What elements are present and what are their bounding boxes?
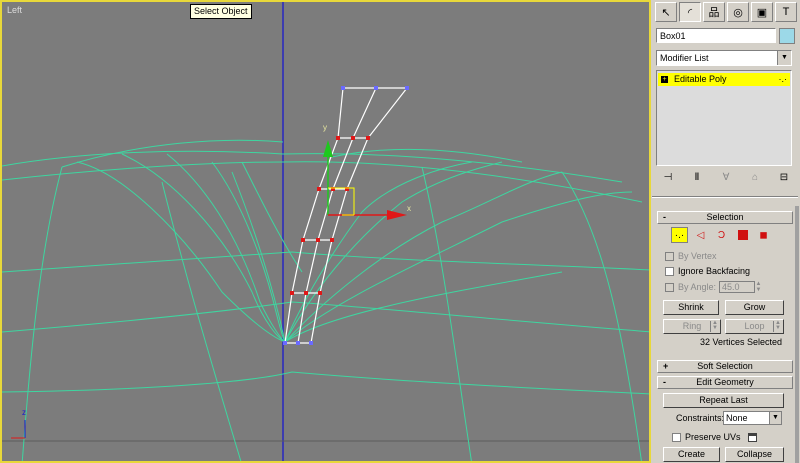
modifier-list-dropdown[interactable]: Modifier List ▼ [656, 50, 792, 66]
element-icon[interactable]: ◼ [755, 227, 772, 243]
stack-item-editable-poly[interactable]: + Editable Poly ·.· [658, 73, 790, 86]
panel-tab-row: ↖ ◜ 品 ◎ ▣ T [655, 2, 797, 24]
divider [652, 196, 798, 198]
expand-icon[interactable]: + [661, 76, 668, 84]
expand-sign: + [663, 361, 669, 371]
by-angle-row: By Angle: 45.0 ▲ ▼ [665, 281, 762, 293]
utilities-tab[interactable]: T [775, 2, 797, 22]
motion-tab[interactable]: ◎ [727, 2, 749, 22]
display-tab-icon: ▣ [756, 6, 768, 19]
by-vertex-checkbox[interactable] [665, 251, 674, 261]
soft-selection-title: Soft Selection [697, 361, 753, 371]
create-button[interactable]: Create [663, 447, 720, 462]
polygon-icon[interactable] [734, 227, 751, 243]
viewport-canvas [2, 2, 649, 461]
tooltip: Select Object [190, 4, 252, 19]
edge-icon[interactable]: ◁ [692, 227, 709, 243]
hierarchy-tab-icon: 品 [708, 7, 720, 19]
preserve-uvs-label: Preserve UVs [685, 432, 741, 442]
repeat-last-button[interactable]: Repeat Last [663, 393, 784, 408]
object-name-input[interactable]: Box01 [656, 28, 776, 43]
vertex-icon[interactable]: ·.· [671, 227, 688, 243]
collapse-sign: - [663, 377, 666, 387]
grow-button[interactable]: Grow [725, 300, 784, 315]
edit-geometry-title: Edit Geometry [696, 377, 754, 387]
show-end-result-icon[interactable]: Ⅱ [689, 172, 705, 188]
selection-rollout-header[interactable]: - Selection [657, 211, 793, 224]
constraints-dropdown[interactable]: None ▼ [723, 411, 782, 425]
remove-modifier-icon[interactable]: ⌂ [747, 172, 763, 188]
make-unique-icon[interactable]: ∀ [718, 172, 734, 188]
soft-selection-rollout-header[interactable]: + Soft Selection [657, 360, 793, 373]
angle-spinner[interactable]: ▲ ▼ [755, 281, 762, 293]
by-vertex-row: By Vertex [665, 250, 717, 262]
preserve-uvs-row: Preserve UVs [672, 431, 757, 443]
vertex-level-icon: ·.· [778, 74, 788, 84]
motion-tab-icon: ◎ [733, 6, 743, 19]
modifier-stack[interactable]: + Editable Poly ·.· [656, 70, 792, 166]
gizmo-x-label: x [407, 204, 411, 213]
pin-stack-icon[interactable]: ⊣ [660, 172, 676, 188]
shrink-button[interactable]: Shrink [663, 300, 719, 315]
by-angle-label: By Angle: [678, 282, 717, 292]
gizmo-y-label: y [323, 123, 327, 132]
viewport-left[interactable]: Left Select Object y x z [0, 0, 651, 463]
loop-button[interactable]: Loop ▲ ▼ [725, 319, 784, 334]
chevron-down-icon: ▼ [777, 51, 791, 65]
configure-modifier-sets-icon[interactable]: ⊟ [776, 172, 792, 188]
ring-button[interactable]: Ring ▲ ▼ [663, 319, 721, 334]
stack-toolbar: ⊣ Ⅱ ∀ ⌂ ⊟ [660, 172, 792, 188]
hierarchy-tab[interactable]: 品 [703, 2, 725, 22]
constraints-label: Constraints: [676, 413, 725, 423]
stack-item-label: Editable Poly [674, 74, 727, 84]
tripod-z-label: z [22, 408, 26, 417]
loop-label: Loop [744, 321, 765, 331]
loop-spinner[interactable]: ▲ ▼ [773, 320, 782, 332]
modify-tab[interactable]: ◜ [679, 2, 701, 22]
by-vertex-label: By Vertex [678, 251, 717, 261]
border-icon[interactable]: Ɔ [713, 227, 730, 243]
panel-scrollbar[interactable] [795, 206, 799, 463]
ignore-backfacing-checkbox[interactable] [665, 266, 674, 276]
create-tab[interactable]: ↖ [655, 2, 677, 22]
utilities-tab-icon: T [782, 6, 790, 18]
ignore-backfacing-label: Ignore Backfacing [678, 266, 751, 276]
selection-rollout-title: Selection [706, 212, 744, 222]
display-tab[interactable]: ▣ [751, 2, 773, 22]
subobject-icons: ·.· ◁ Ɔ ◼ [671, 227, 772, 243]
modifier-list-label: Modifier List [660, 53, 709, 63]
constraints-value: None [726, 413, 748, 423]
modify-tab-icon: ◜ [687, 6, 693, 19]
by-angle-checkbox[interactable] [665, 282, 674, 292]
angle-input[interactable]: 45.0 [719, 281, 756, 293]
create-tab-icon: ↖ [661, 6, 671, 19]
edit-geometry-rollout-header[interactable]: - Edit Geometry [657, 376, 793, 389]
preserve-uvs-checkbox[interactable] [672, 432, 681, 442]
collapse-button[interactable]: Collapse [725, 447, 784, 462]
ignore-backfacing-row: Ignore Backfacing [665, 265, 750, 277]
selection-status: 32 Vertices Selected [700, 337, 783, 347]
ring-label: Ring [682, 321, 702, 331]
preserve-uvs-settings-icon[interactable] [747, 432, 757, 442]
chevron-down-icon: ▼ [769, 412, 781, 424]
ring-spinner[interactable]: ▲ ▼ [710, 320, 719, 332]
viewport-label[interactable]: Left [7, 5, 22, 15]
object-color-swatch[interactable] [779, 28, 795, 44]
